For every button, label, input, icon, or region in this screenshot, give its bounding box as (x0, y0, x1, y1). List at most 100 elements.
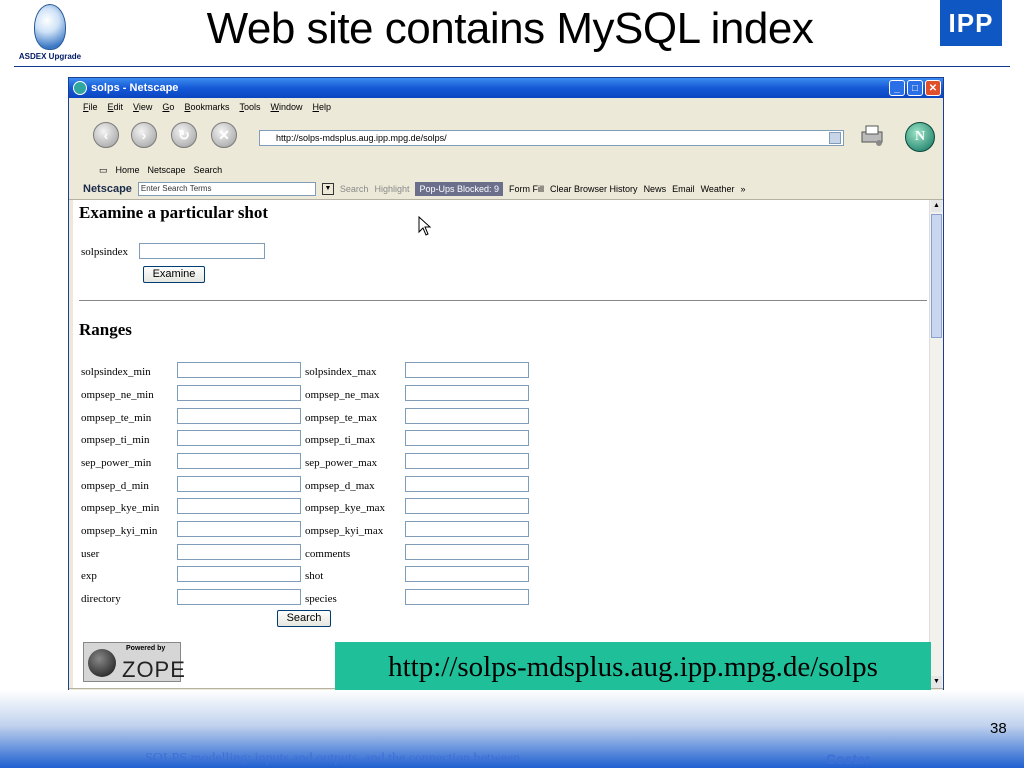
window-title: solps - Netscape (91, 82, 179, 94)
range-input-right[interactable] (405, 453, 529, 469)
slide-title: Web site contains MySQL index (206, 4, 814, 53)
solpsindex-label: solpsindex (81, 246, 129, 258)
range-label-right: shot (305, 570, 324, 582)
toolbar-search-button[interactable]: Search (340, 184, 369, 194)
form-fill-button[interactable]: Form Fill (509, 184, 544, 194)
range-label-left: ompsep_kye_min (81, 502, 160, 514)
asdex-logo-caption: ASDEX Upgrade (18, 52, 82, 61)
toolbar-highlight-button[interactable]: Highlight (374, 184, 409, 194)
range-label-right: ompsep_d_max (305, 480, 375, 492)
range-label-left: sep_power_min (81, 457, 152, 469)
forward-icon[interactable]: › (131, 122, 157, 148)
range-input-right[interactable] (405, 544, 529, 560)
menu-file[interactable]: File (83, 102, 98, 112)
solpsindex-input[interactable] (139, 243, 265, 259)
popups-blocked-button[interactable]: Pop-Ups Blocked: 9 (415, 181, 504, 196)
range-input-left[interactable] (177, 476, 301, 492)
personal-toolbar: ▭ Home Netscape Search (69, 162, 943, 178)
chevron-right-icon[interactable]: » (740, 184, 745, 194)
search-link[interactable]: Search (194, 165, 223, 175)
ipp-logo: IPP (940, 0, 1002, 46)
range-input-right[interactable] (405, 566, 529, 582)
range-input-left[interactable] (177, 385, 301, 401)
range-label-right: ompsep_te_max (305, 412, 378, 424)
range-label-right: comments (305, 548, 351, 560)
menu-help[interactable]: Help (313, 102, 332, 112)
menu-window[interactable]: Window (270, 102, 302, 112)
netscape-search-toolbar: Netscape Enter Search Terms ▼ Search Hig… (69, 178, 943, 200)
tab-icon[interactable]: ▭ (99, 165, 108, 176)
url-callout: http://solps-mdsplus.aug.ipp.mpg.de/solp… (335, 642, 931, 692)
range-input-left[interactable] (177, 453, 301, 469)
range-label-right: solpsindex_max (305, 366, 377, 378)
maximize-button[interactable]: □ (907, 80, 923, 96)
range-input-left[interactable] (177, 408, 301, 424)
zope-powered-text: Powered by (126, 645, 166, 652)
range-label-left: exp (81, 570, 97, 582)
address-bar-url: http://solps-mdsplus.aug.ipp.mpg.de/solp… (276, 133, 447, 143)
menu-bookmarks[interactable]: Bookmarks (184, 102, 229, 112)
address-dropdown-icon[interactable] (829, 132, 841, 144)
menu-bar: File Edit View Go Bookmarks Tools Window… (69, 98, 943, 116)
range-label-left: solpsindex_min (81, 366, 151, 378)
range-label-left: ompsep_ti_min (81, 434, 150, 446)
minimize-button[interactable]: _ (889, 80, 905, 96)
range-label-left: user (81, 548, 100, 560)
address-bar[interactable]: http://solps-mdsplus.aug.ipp.mpg.de/solp… (259, 130, 844, 146)
range-input-left[interactable] (177, 430, 301, 446)
range-input-left[interactable] (177, 589, 301, 605)
page-number: 38 (990, 720, 1007, 737)
netscape-throbber-icon[interactable]: N (905, 122, 935, 152)
ranges-heading: Ranges (79, 320, 132, 339)
window-titlebar[interactable]: solps - Netscape _ □ ✕ (69, 78, 943, 98)
range-input-right[interactable] (405, 498, 529, 514)
back-icon[interactable]: ‹ (93, 122, 119, 148)
range-label-left: ompsep_d_min (81, 480, 149, 492)
stop-icon[interactable]: ✕ (211, 122, 237, 148)
range-input-left[interactable] (177, 544, 301, 560)
home-link[interactable]: Home (116, 165, 140, 175)
page-content: Examine a particular shot solpsindex Exa… (73, 200, 929, 688)
menu-edit[interactable]: Edit (108, 102, 124, 112)
title-divider (14, 66, 1010, 67)
clear-history-button[interactable]: Clear Browser History (550, 184, 638, 194)
scroll-up-icon[interactable]: ▲ (931, 200, 942, 212)
range-input-left[interactable] (177, 566, 301, 582)
range-input-right[interactable] (405, 362, 529, 378)
range-label-right: ompsep_ne_max (305, 389, 380, 401)
section-divider (79, 300, 927, 301)
vertical-scrollbar[interactable]: ▲ ▼ (929, 200, 943, 688)
range-label-left: directory (81, 593, 121, 605)
menu-go[interactable]: Go (162, 102, 174, 112)
range-input-right[interactable] (405, 476, 529, 492)
close-button[interactable]: ✕ (925, 80, 941, 96)
range-input-right[interactable] (405, 521, 529, 537)
browser-window: solps - Netscape _ □ ✕ File Edit View Go… (68, 77, 944, 707)
range-input-right[interactable] (405, 385, 529, 401)
menu-tools[interactable]: Tools (239, 102, 260, 112)
netscape-link[interactable]: Netscape (148, 165, 186, 175)
scrollbar-thumb[interactable] (931, 214, 942, 338)
examine-button[interactable]: Examine (143, 266, 205, 283)
weather-button[interactable]: Weather (701, 184, 735, 194)
scroll-down-icon[interactable]: ▼ (931, 676, 942, 688)
search-button[interactable]: Search (277, 610, 331, 627)
range-input-left[interactable] (177, 498, 301, 514)
news-button[interactable]: News (644, 184, 667, 194)
range-input-right[interactable] (405, 408, 529, 424)
range-input-left[interactable] (177, 362, 301, 378)
reload-icon[interactable]: ↻ (171, 122, 197, 148)
toolbar-search-input[interactable]: Enter Search Terms (137, 181, 316, 196)
menu-view[interactable]: View (133, 102, 152, 112)
asdex-upgrade-logo: ASDEX Upgrade (14, 2, 84, 64)
range-input-right[interactable] (405, 589, 529, 605)
navigation-toolbar: ‹ › ↻ ✕ http://solps-mdsplus.aug.ipp.mpg… (69, 116, 943, 162)
email-button[interactable]: Email (672, 184, 695, 194)
powered-by-zope-logo[interactable]: Powered by ZOPE (83, 642, 185, 682)
search-dropdown-icon[interactable]: ▼ (321, 182, 334, 195)
range-input-right[interactable] (405, 430, 529, 446)
range-input-left[interactable] (177, 521, 301, 537)
netscape-brand[interactable]: Netscape (83, 183, 132, 195)
print-icon[interactable] (859, 124, 885, 146)
range-label-right: ompsep_kye_max (305, 502, 386, 514)
